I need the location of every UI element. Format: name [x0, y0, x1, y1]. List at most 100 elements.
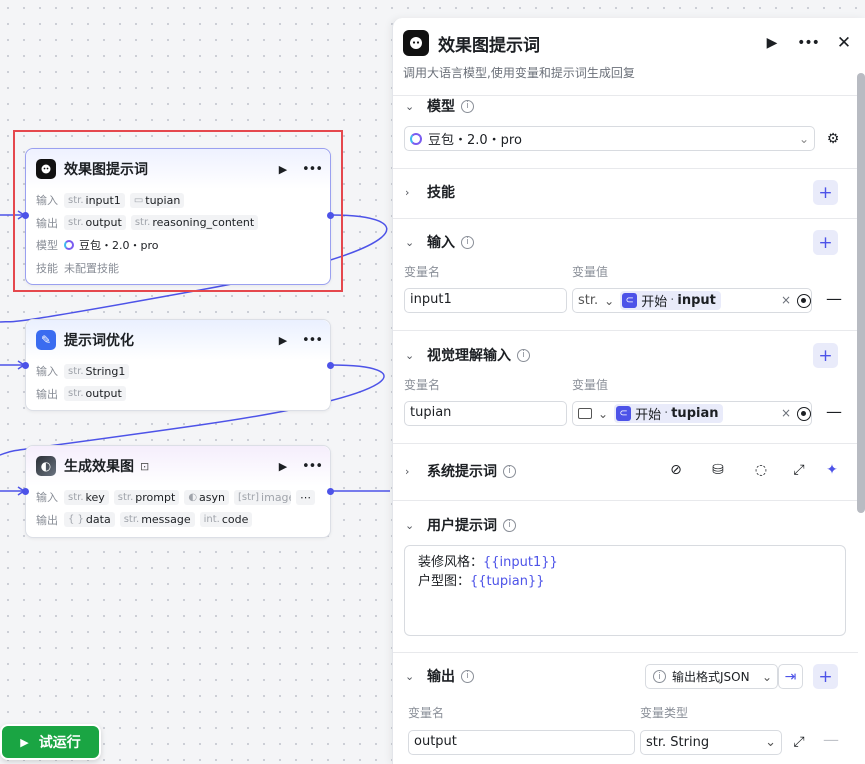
scrollbar[interactable]	[857, 73, 865, 513]
add-output-button[interactable]: +	[813, 664, 838, 689]
type-label: str.	[123, 514, 140, 526]
chevron-down-icon[interactable]: ⌄	[405, 519, 417, 532]
type-label: str.	[117, 491, 134, 503]
output-tag: str. output	[64, 386, 126, 402]
remove-input-button[interactable]: —	[826, 289, 842, 308]
var-name: output	[85, 387, 122, 401]
chevron-down-icon[interactable]: ⌄	[405, 349, 417, 362]
input-port[interactable]	[22, 488, 29, 495]
more-tags-icon[interactable]: ⋯	[296, 489, 315, 505]
chevron-down-icon: ⌄	[765, 735, 776, 750]
chevron-right-icon[interactable]: ›	[405, 186, 417, 199]
prompt-library-icon[interactable]: ⛁	[707, 459, 729, 481]
start-node-icon: ⊂	[622, 293, 638, 308]
run-node-icon[interactable]: ▶	[274, 460, 292, 473]
type-label: [str]	[238, 491, 260, 503]
model-select[interactable]: 豆包・2.0・pro ⌄	[404, 126, 815, 151]
divider	[393, 330, 858, 331]
output-port[interactable]	[327, 362, 334, 369]
more-icon[interactable]: •••	[302, 333, 323, 348]
prompt-variable: {{input1}}	[483, 555, 558, 570]
run-node-icon[interactable]: ▶	[761, 35, 783, 51]
clear-icon[interactable]: ×	[781, 293, 791, 307]
var-name: data	[85, 513, 111, 527]
input-var-name-field[interactable]: input1	[404, 288, 567, 313]
test-run-label: 试运行	[38, 735, 81, 751]
col-label-name: 变量名	[404, 265, 441, 279]
var-name: key	[85, 490, 105, 504]
input-type-select[interactable]: str. ⌄ ⊂ 开始 · input	[572, 288, 812, 313]
info-icon[interactable]: i	[461, 235, 474, 249]
variable-picker-icon[interactable]	[797, 294, 811, 308]
var-reference[interactable]: ⊂ 开始 · tupian	[614, 404, 724, 423]
chevron-down-icon[interactable]: ⌄	[405, 670, 417, 683]
clear-icon[interactable]: ×	[781, 406, 791, 420]
divider	[393, 652, 858, 653]
variable-picker-icon[interactable]	[797, 407, 811, 421]
workflow-canvas[interactable]: 效果图提示词 ▶ ••• 输入 str. input1 ▭ tupian 输出 st…	[0, 0, 390, 764]
section-title: 输出	[427, 669, 455, 685]
import-output-button[interactable]: ⇥	[778, 664, 803, 689]
info-icon[interactable]: i	[503, 518, 516, 532]
test-run-button[interactable]: ▶ 试运行	[0, 724, 101, 760]
vision-type-select[interactable]: ⌄ ⊂ 开始 · tupian	[572, 401, 812, 426]
close-icon[interactable]: ✕	[833, 33, 855, 53]
compass-icon[interactable]: ⊘	[665, 459, 687, 481]
user-prompt-editor[interactable]: 装修风格：{{input1}} 户型图：{{tupian}}	[404, 545, 846, 636]
output-port[interactable]	[327, 488, 334, 495]
add-input-button[interactable]: +	[813, 230, 838, 255]
expand-icon[interactable]: ⤢	[788, 731, 810, 753]
vision-var-name-field[interactable]: tupian	[404, 401, 567, 426]
prompt-variable: {{tupian}}	[470, 574, 545, 589]
doubao-icon	[410, 132, 422, 145]
ref-node: 开始	[641, 295, 668, 310]
chevron-right-icon[interactable]: ›	[405, 465, 417, 478]
chevron-down-icon[interactable]: ⌄	[405, 236, 417, 249]
node-input-row: 输入 str.key str.prompt ◐asyn [str]image_u…	[26, 486, 330, 509]
node-title: 生成效果图	[64, 459, 134, 475]
skills-section-header[interactable]: › 技能	[393, 180, 858, 204]
section-title: 视觉理解输入	[427, 348, 511, 364]
input-port[interactable]	[22, 362, 29, 369]
info-icon[interactable]: i	[461, 669, 474, 683]
var-name: prompt	[135, 490, 176, 504]
input-section: ⌄ 输入 i + 变量名 变量值 input1 str. ⌄ ⊂ 开始 · in…	[393, 230, 858, 313]
add-skill-button[interactable]: +	[813, 180, 838, 205]
var-reference[interactable]: ⊂ 开始 · input	[620, 291, 721, 310]
vision-input-section-header[interactable]: ⌄ 视觉理解输入 i	[393, 343, 858, 367]
info-icon[interactable]: i	[461, 99, 474, 113]
system-prompt-section: › 系统提示词 i ⊘ ⛁ ◌ ⤢ ✦	[393, 459, 858, 483]
panel-title[interactable]: 效果图提示词	[438, 31, 747, 56]
more-icon[interactable]: •••	[797, 35, 820, 51]
chevron-down-icon[interactable]: ⌄	[405, 100, 417, 113]
ref-var: tupian	[671, 406, 719, 421]
node-title: 提示词优化	[64, 333, 134, 349]
expand-icon[interactable]: ⤢	[788, 459, 810, 481]
info-icon[interactable]: i	[503, 464, 516, 478]
section-title: 模型	[427, 99, 455, 115]
info-icon[interactable]: i	[517, 348, 530, 362]
output-var-name-field[interactable]: output	[408, 730, 635, 755]
image-plugin-logo-icon: ◐	[36, 456, 56, 476]
input-section-header[interactable]: ⌄ 输入 i	[393, 230, 858, 254]
output-format-select[interactable]: i 输出格式JSON ⌄	[645, 664, 778, 689]
more-icon[interactable]: •••	[302, 459, 323, 474]
lightbulb-icon[interactable]: ◌	[750, 459, 772, 481]
output-type-select[interactable]: str. String ⌄	[640, 730, 782, 755]
ref-node: 开始	[635, 408, 662, 423]
node-prompt-optimize[interactable]: ✎ 提示词优化 ▶ ••• 输入 str. String1 输出 str. outp…	[25, 319, 331, 411]
prompt-text: 户型图：	[418, 574, 471, 589]
selection-highlight	[13, 130, 343, 292]
add-vision-input-button[interactable]: +	[813, 343, 838, 368]
divider	[393, 443, 858, 444]
remove-vision-input-button[interactable]: —	[826, 402, 842, 421]
model-settings-icon[interactable]: ⚙	[822, 128, 844, 150]
user-prompt-section-header[interactable]: ⌄ 用户提示词 i	[393, 513, 858, 537]
remove-output-button[interactable]: —	[823, 730, 839, 749]
node-generate-image[interactable]: ◐ 生成效果图 ⊡ ▶ ••• 输入 str. key str. prompt ◐ a…	[25, 445, 331, 538]
node-header: ✎ 提示词优化 ▶ •••	[26, 320, 330, 360]
ai-optimize-icon[interactable]: ✦	[821, 459, 843, 481]
model-section-header[interactable]: ⌄ 模型 i	[393, 94, 858, 118]
panel-description[interactable]: 调用大语言模型,使用变量和提示词生成回复	[403, 64, 855, 81]
run-node-icon[interactable]: ▶	[274, 334, 292, 347]
